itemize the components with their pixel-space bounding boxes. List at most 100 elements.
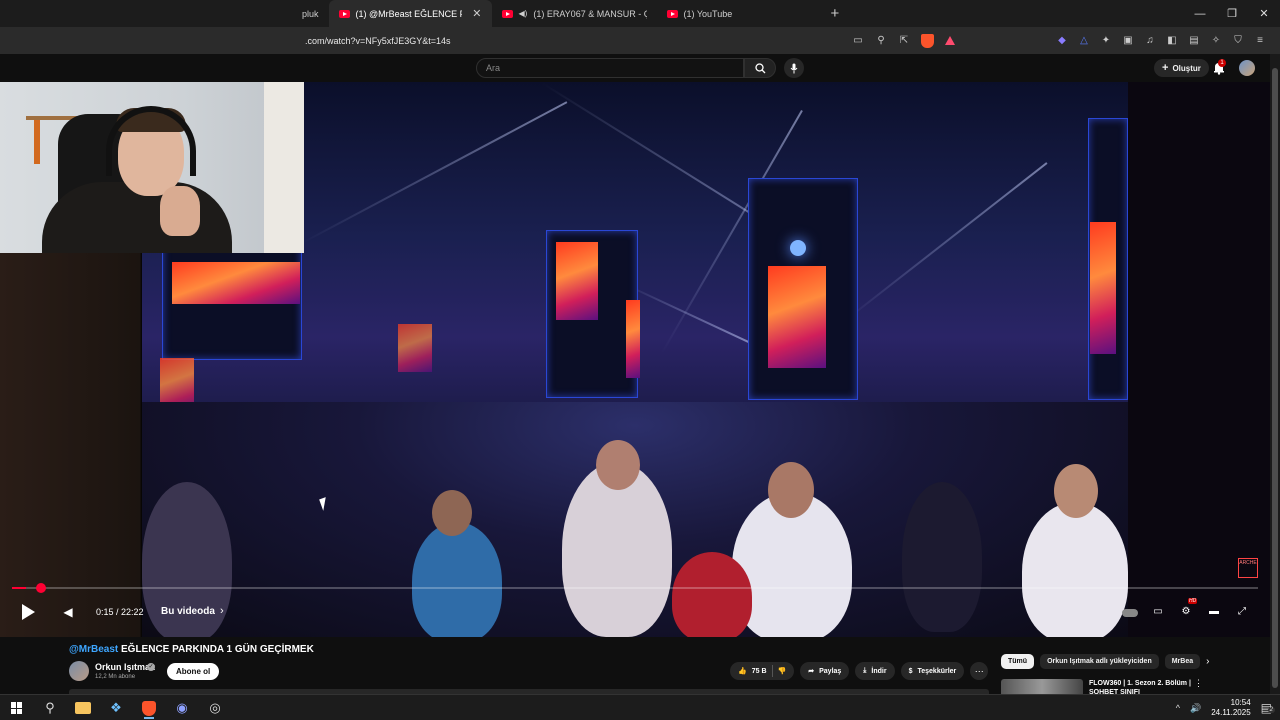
ai-icon[interactable]: ✧ bbox=[1208, 33, 1224, 49]
recommendation-chips: Tümü Orkun Işıtmak adlı yükleyiciden MrB… bbox=[1001, 654, 1209, 669]
thumbs-up-icon[interactable]: 👍 bbox=[738, 667, 747, 675]
system-tray: ^ 🔊 10:54 24.11.2025 ▤ 2 bbox=[1176, 698, 1275, 718]
tray-expand-icon[interactable]: ^ bbox=[1176, 703, 1180, 713]
start-button[interactable] bbox=[6, 697, 28, 719]
chevron-right-icon[interactable]: › bbox=[1206, 656, 1209, 667]
menu-icon[interactable]: ≡ bbox=[1252, 33, 1268, 49]
time-display: 0:15 / 22:22 bbox=[96, 607, 144, 617]
extensions-puzzle-icon[interactable]: ✦ bbox=[1098, 33, 1114, 49]
share-button[interactable]: ➦ Paylaş bbox=[800, 662, 850, 680]
extension-leo-icon[interactable]: ◆ bbox=[1054, 33, 1070, 49]
plus-icon: + bbox=[1162, 62, 1169, 74]
zoom-icon[interactable]: ⚲ bbox=[873, 33, 889, 49]
url-field[interactable]: .com/watch?v=NFy5xfJE3GY&t=14s bbox=[305, 36, 451, 46]
chevron-right-icon[interactable]: › bbox=[220, 605, 224, 617]
play-icon[interactable] bbox=[22, 604, 35, 620]
chip-from-uploader[interactable]: Orkun Işıtmak adlı yükleyiciden bbox=[1040, 654, 1159, 669]
browser-tab-bar: pluk (1) @MrBeast EĞLENCE PARKINDA ✕ ◀) … bbox=[0, 0, 1280, 27]
brave-shields-icon[interactable] bbox=[919, 33, 935, 49]
share-icon[interactable]: ⇱ bbox=[896, 33, 912, 49]
page-scrollbar[interactable] bbox=[1270, 54, 1280, 694]
tab-mrbeast[interactable]: (1) @MrBeast EĞLENCE PARKINDA ✕ bbox=[328, 0, 492, 27]
address-bar: .com/watch?v=NFy5xfJE3GY&t=14s ▭ ⚲ ⇱ ◆ △… bbox=[0, 27, 1280, 54]
cast-icon[interactable]: ▭ bbox=[850, 33, 866, 49]
youtube-masthead: Ara + Oluştur 1 bbox=[0, 54, 1280, 82]
tab-youtube[interactable]: (1) YouTube bbox=[657, 0, 817, 27]
clock[interactable]: 10:54 24.11.2025 bbox=[1211, 698, 1250, 718]
close-window-button[interactable]: ✕ bbox=[1248, 0, 1280, 27]
file-explorer-icon[interactable] bbox=[72, 697, 94, 719]
recommended-more-button[interactable]: ⋮ bbox=[1194, 678, 1203, 689]
app-icon[interactable]: ❖ bbox=[105, 697, 127, 719]
account-avatar[interactable] bbox=[1239, 60, 1255, 76]
share-arrow-icon: ➦ bbox=[808, 668, 815, 675]
search-input[interactable]: Ara bbox=[476, 58, 744, 78]
download-button[interactable]: ⤓ İndir bbox=[855, 662, 895, 680]
led-screen bbox=[768, 266, 826, 368]
webcam-door bbox=[264, 82, 304, 253]
progress-scrubber[interactable] bbox=[35, 583, 46, 593]
new-tab-button[interactable]: + bbox=[831, 5, 840, 22]
autoplay-toggle[interactable] bbox=[1122, 603, 1138, 619]
tab-partial[interactable]: pluk bbox=[0, 0, 329, 27]
scrollbar-thumb[interactable] bbox=[1272, 68, 1278, 688]
settings-gear-icon[interactable]: ⚙ HD bbox=[1178, 598, 1198, 619]
extension-vpn-icon[interactable]: △ bbox=[1076, 33, 1092, 49]
volume-icon[interactable]: 🔊 bbox=[1190, 703, 1201, 714]
tab-label: (1) ERAY067 & MANSUR - ÇOK A bbox=[533, 8, 646, 19]
person-head bbox=[768, 462, 814, 518]
close-tab-icon[interactable]: ✕ bbox=[472, 7, 481, 20]
progress-bar[interactable] bbox=[12, 583, 1258, 593]
voice-search-button[interactable] bbox=[784, 58, 804, 78]
title-mention-link[interactable]: @MrBeast bbox=[69, 644, 118, 655]
tab-eray067[interactable]: ◀) (1) ERAY067 & MANSUR - ÇOK A bbox=[492, 0, 657, 27]
led-screen bbox=[626, 300, 640, 378]
restore-button[interactable]: ❐ bbox=[1216, 0, 1248, 27]
chip-mrbeast[interactable]: MrBea bbox=[1164, 654, 1201, 669]
create-button[interactable]: + Oluştur bbox=[1154, 59, 1209, 77]
tab-label: (1) YouTube bbox=[683, 8, 733, 19]
progress-fill bbox=[12, 587, 26, 589]
brave-rewards-icon[interactable] bbox=[942, 33, 958, 49]
recommended-video-thumbnail[interactable] bbox=[1001, 679, 1083, 694]
channel-avatar[interactable] bbox=[69, 661, 89, 681]
screenshot-icon[interactable]: ▣ bbox=[1120, 33, 1136, 49]
shield-icon[interactable]: ⛉ bbox=[1230, 33, 1246, 49]
chapter-button[interactable]: Bu videoda bbox=[161, 606, 215, 617]
channel-watermark[interactable]: ARCHE bbox=[1238, 558, 1258, 578]
thumbs-down-icon[interactable]: 👎 bbox=[778, 667, 787, 675]
person-head bbox=[432, 490, 472, 536]
tab-label: (1) @MrBeast EĞLENCE PARKINDA bbox=[355, 8, 463, 19]
like-count[interactable]: 75 B bbox=[752, 668, 767, 675]
subtitles-icon[interactable]: ▭ bbox=[1150, 603, 1166, 619]
microphone-icon bbox=[790, 63, 798, 73]
verified-badge-icon: ✓ bbox=[147, 663, 155, 671]
search-button[interactable] bbox=[744, 58, 776, 78]
media-icon[interactable]: ♫ bbox=[1142, 33, 1158, 49]
taskbar-apps: ⚲ ❖ ◉ ◎ bbox=[6, 697, 226, 719]
subscribe-button[interactable]: Abone ol bbox=[167, 663, 220, 680]
youtube-favicon-icon bbox=[666, 9, 678, 18]
brave-browser-icon[interactable] bbox=[138, 697, 160, 719]
more-actions-button[interactable]: ⋯ bbox=[970, 662, 989, 680]
notification-center-icon[interactable]: ▤ 2 bbox=[1261, 701, 1275, 715]
youtube-favicon-icon bbox=[338, 9, 350, 18]
thanks-button[interactable]: $ Teşekkürler bbox=[900, 662, 965, 680]
sidebar-toggle-icon[interactable]: ◧ bbox=[1164, 33, 1180, 49]
video-player[interactable]: ARCHE ◀ 0:15 / 22:22 Bu videoda › ▭ ⚙ HD … bbox=[0, 82, 1270, 637]
discord-icon[interactable]: ◉ bbox=[171, 697, 193, 719]
webcam-overlay bbox=[0, 82, 304, 253]
download-label: İndir bbox=[871, 667, 887, 675]
divider bbox=[771, 665, 773, 677]
volume-icon[interactable]: ◀ bbox=[60, 604, 76, 620]
obs-icon[interactable]: ◎ bbox=[204, 697, 226, 719]
chip-all[interactable]: Tümü bbox=[1001, 654, 1035, 669]
fullscreen-icon[interactable]: ⤢ bbox=[1234, 603, 1250, 619]
speaker-icon[interactable]: ◀) bbox=[519, 9, 528, 18]
theater-mode-icon[interactable]: ▬ bbox=[1206, 603, 1222, 619]
wallet-icon[interactable]: ▤ bbox=[1186, 33, 1202, 49]
minimize-button[interactable]: — bbox=[1184, 0, 1216, 27]
search-icon[interactable]: ⚲ bbox=[39, 697, 61, 719]
led-screen bbox=[172, 262, 300, 304]
like-dislike-group: 👍 75 B 👎 bbox=[730, 662, 795, 680]
